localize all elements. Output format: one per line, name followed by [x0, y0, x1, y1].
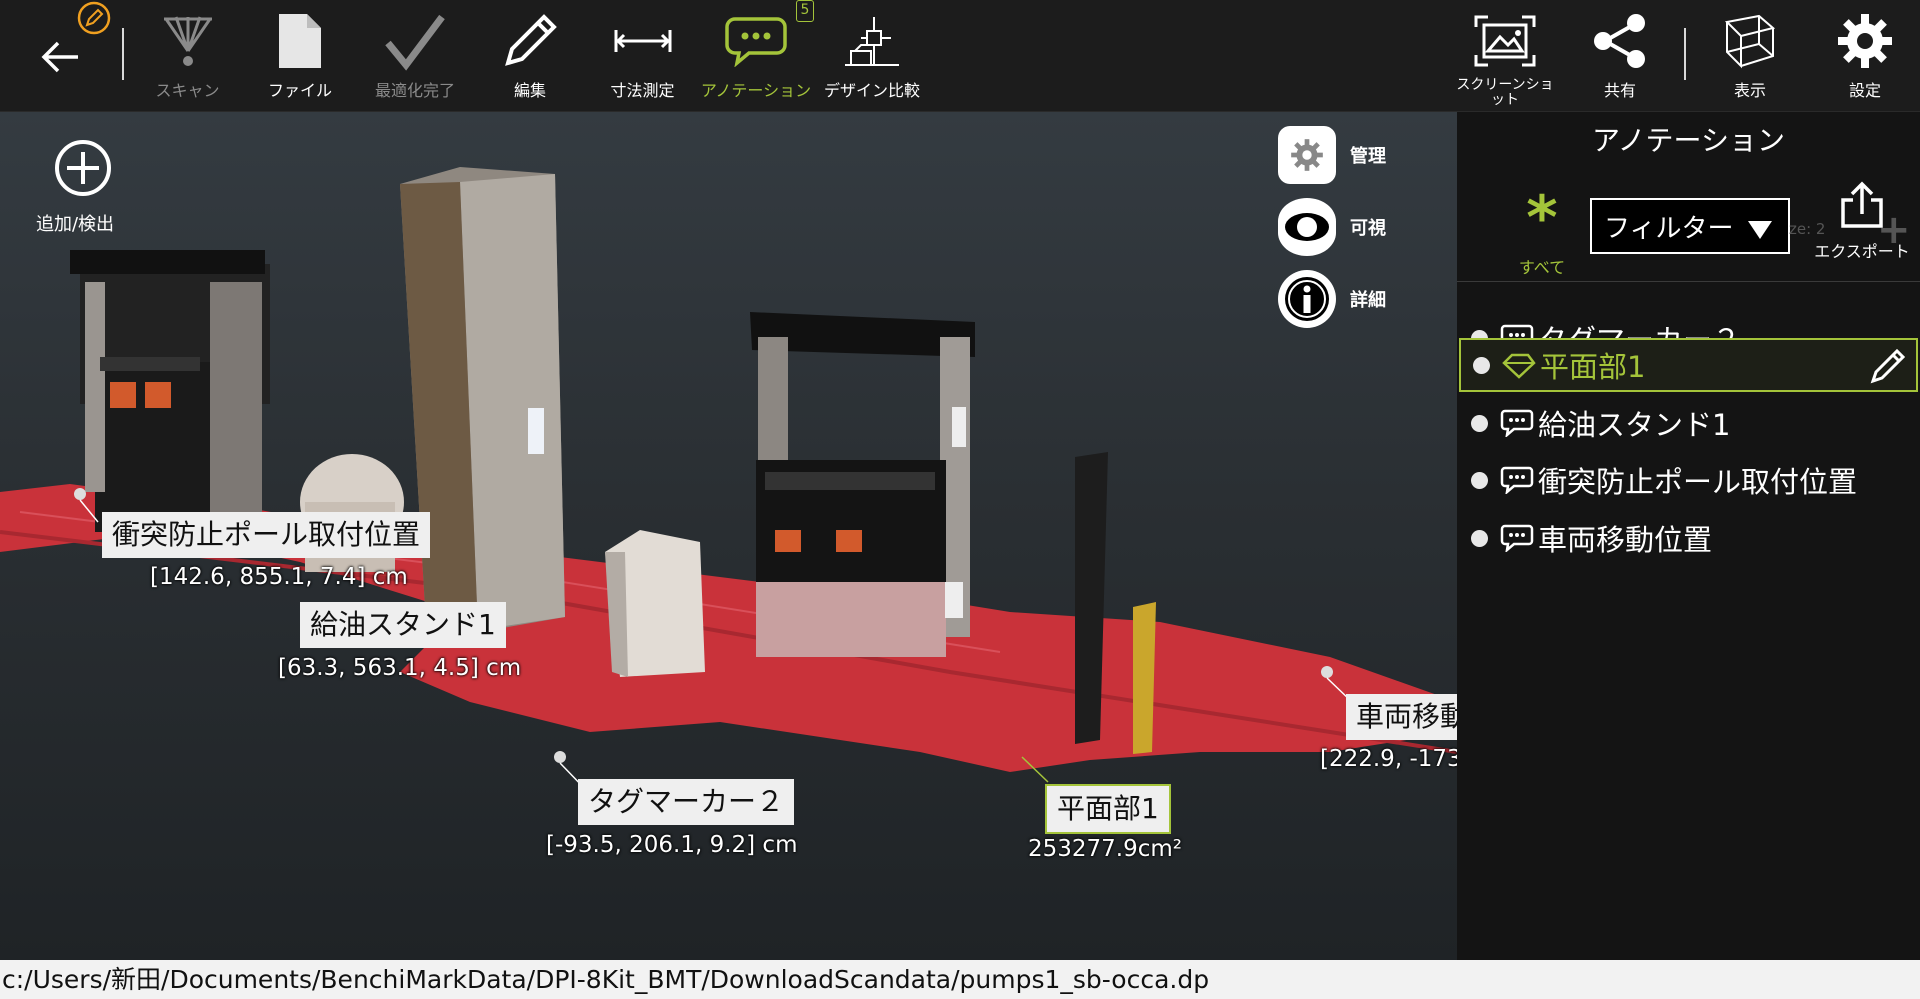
optimize-done-button[interactable]: 最適化完了: [365, 0, 465, 112]
annotation-coord-plane: 253277.9cm²: [1028, 836, 1183, 862]
visible-label: 可視: [1350, 218, 1386, 239]
manage-label: 管理: [1350, 146, 1386, 167]
show-all-button[interactable]: * すべて: [1497, 188, 1587, 278]
status-dot: [1471, 529, 1488, 547]
plane-diamond-icon: [1502, 351, 1536, 379]
status-dot: [1471, 414, 1488, 432]
annotation-label-collision-pole[interactable]: 衝突防止ポール取付位置: [102, 512, 431, 558]
scan-button[interactable]: スキャン: [140, 0, 235, 112]
pencil-icon: [495, 6, 565, 76]
annotation-label: アノテーション: [700, 81, 812, 100]
filter-value: フィルター: [1604, 213, 1734, 244]
comment-icon: [1500, 524, 1534, 552]
white-box: [605, 530, 705, 677]
point-cloud-viewport[interactable]: 追加/検出 管理 可視 詳細 衝突防止ポール取付位置 [142.6, 855.1…: [0, 112, 1457, 960]
measure-icon: [608, 6, 678, 76]
edit-button[interactable]: 編集: [485, 0, 575, 112]
annotation-label-plane[interactable]: 平面部1: [1045, 784, 1171, 834]
annotation-list-label: 平面部1: [1540, 350, 1646, 384]
comment-icon: [721, 6, 791, 76]
export-icon: [1807, 180, 1917, 234]
annotation-label-vehicle-move[interactable]: 車両移動位置: [1346, 694, 1457, 740]
toolbar-separator: [122, 28, 124, 80]
annotation-list-label: 給油スタンド1: [1538, 408, 1731, 442]
panel-toolbar: * すべて フィルター ze: 2 + エクスポート: [1457, 170, 1920, 282]
view-label: 表示: [1733, 81, 1766, 100]
info-icon: [1278, 270, 1336, 328]
back-button[interactable]: [20, 0, 111, 112]
view-button[interactable]: 表示: [1705, 0, 1795, 112]
export-button[interactable]: エクスポート: [1807, 180, 1917, 262]
annotation-label-fuel-stand[interactable]: 給油スタンド1: [300, 602, 506, 648]
annotation-coord-tag-marker: [-93.5, 206.1, 9.2] cm: [546, 832, 798, 858]
checkmark-icon: [380, 6, 450, 76]
annotation-list-label: 車両移動位置: [1538, 523, 1713, 557]
annotation-panel: アノテーション * すべて フィルター ze: 2 + エクスポート 平面部1 …: [1457, 112, 1920, 960]
annotation-count-badge: 5: [796, 0, 814, 22]
status-dot: [1473, 356, 1490, 374]
gear-icon: [1830, 6, 1900, 76]
file-icon: [265, 6, 335, 76]
design-compare-button[interactable]: デザイン比較: [822, 0, 922, 112]
design-compare-icon: [837, 6, 907, 76]
scan-icon: [153, 6, 223, 76]
annotation-coord-fuel-stand: [63.3, 563.1, 4.5] cm: [278, 655, 522, 681]
annotation-list-item[interactable]: 給油スタンド1: [1459, 396, 1918, 450]
app-window: スキャン ファイル 最適化完了 編集 寸法測定 アノテーション 5 デザイン比較…: [0, 0, 1920, 999]
comment-icon: [1500, 466, 1534, 494]
annotation-list-item[interactable]: 衝突防止ポール取付位置: [1459, 453, 1918, 507]
eye-icon: [1278, 198, 1336, 256]
annotation-list-label: 衝突防止ポール取付位置: [1538, 465, 1858, 499]
file-label: ファイル: [267, 81, 332, 100]
measure-button[interactable]: 寸法測定: [595, 0, 690, 112]
share-button[interactable]: 共有: [1575, 0, 1665, 112]
visible-toggle[interactable]: 可視: [1278, 198, 1386, 256]
file-path: c:/Users/新田/Documents/BenchiMarkData/DPI…: [2, 965, 1210, 994]
filter-dropdown[interactable]: フィルター: [1590, 198, 1790, 254]
edit-pencil-icon[interactable]: [1868, 346, 1908, 393]
center-fuel-pump: [750, 312, 975, 657]
screenshot-button[interactable]: スクリーンショット: [1452, 0, 1558, 112]
share-icon: [1585, 6, 1655, 76]
status-dot: [1471, 471, 1488, 489]
annotation-coord-collision-pole: [142.6, 855.1, 7.4] cm: [150, 564, 408, 590]
settings-label: 設定: [1848, 81, 1881, 100]
comment-icon: [1500, 409, 1534, 437]
screenshot-label: スクリーンショット: [1456, 77, 1554, 108]
cube-view-icon: [1715, 6, 1785, 76]
show-all-label: すべて: [1518, 258, 1566, 277]
measure-label: 寸法測定: [610, 81, 675, 100]
panel-title: アノテーション: [1592, 124, 1785, 157]
edit-badge-icon: [76, 0, 112, 40]
annotation-list-item[interactable]: 車両移動位置: [1459, 511, 1918, 565]
toolbar-separator: [1684, 28, 1686, 80]
tall-pillar: [400, 167, 565, 632]
details-label: 詳細: [1350, 290, 1386, 311]
settings-button[interactable]: 設定: [1820, 0, 1910, 112]
edit-label: 編集: [513, 81, 546, 100]
dropdown-arrow-icon: [1746, 218, 1774, 248]
yellow-post: [1133, 602, 1156, 754]
design-compare-label: デザイン比較: [823, 81, 920, 100]
scan-label: スキャン: [155, 81, 220, 100]
annotation-coord-vehicle-move: [222.9, -173.7, 8.7] cm: [1320, 746, 1457, 772]
file-button[interactable]: ファイル: [255, 0, 345, 112]
plus-circle-icon: [45, 138, 120, 202]
asterisk-icon: *: [1526, 183, 1558, 253]
status-bar: c:/Users/新田/Documents/BenchiMarkData/DPI…: [0, 960, 1920, 999]
gear-icon: [1278, 126, 1336, 184]
share-label: 共有: [1603, 81, 1636, 100]
manage-button[interactable]: 管理: [1278, 126, 1386, 184]
add-detect-label: 追加/検出: [35, 214, 115, 235]
screenshot-icon: [1470, 6, 1540, 76]
annotation-button[interactable]: アノテーション 5: [701, 0, 814, 112]
left-fuel-pump: [70, 250, 270, 532]
annotation-label-tag-marker[interactable]: タグマーカー２: [578, 779, 795, 825]
export-label: エクスポート: [1814, 242, 1910, 261]
optimize-done-label: 最適化完了: [374, 81, 455, 100]
details-button[interactable]: 詳細: [1278, 270, 1386, 328]
annotation-list-item-selected[interactable]: 平面部1: [1459, 338, 1918, 392]
add-detect-button[interactable]: 追加/検出: [30, 138, 120, 236]
toolbar: スキャン ファイル 最適化完了 編集 寸法測定 アノテーション 5 デザイン比較…: [0, 0, 1920, 112]
